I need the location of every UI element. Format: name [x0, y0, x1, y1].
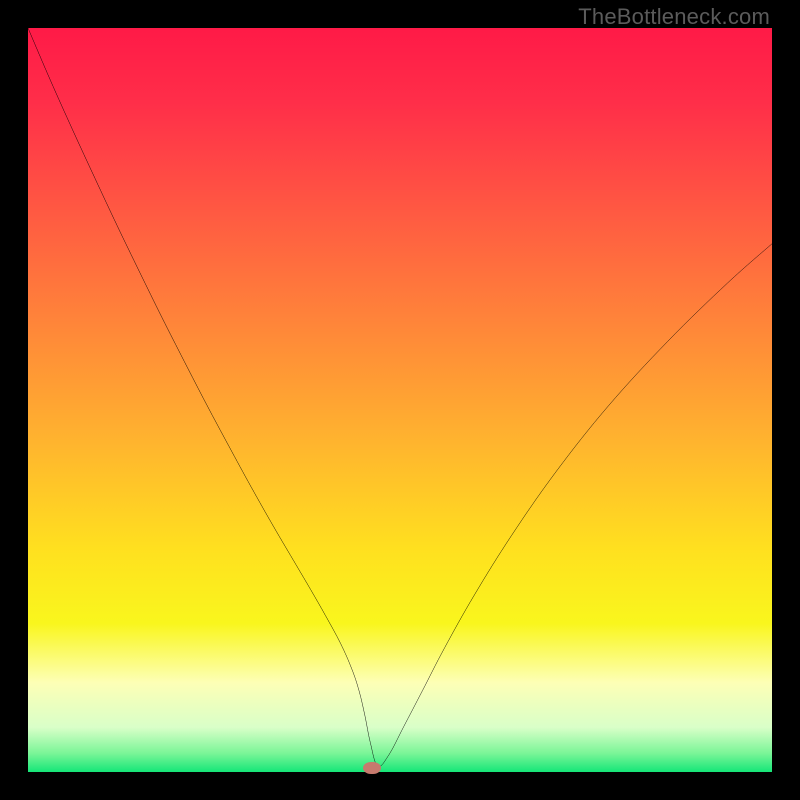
optimal-point-marker: [363, 762, 381, 774]
bottleneck-curve: [28, 28, 772, 772]
watermark-text: TheBottleneck.com: [578, 4, 770, 30]
plot-area: [28, 28, 772, 772]
chart-frame: TheBottleneck.com: [0, 0, 800, 800]
